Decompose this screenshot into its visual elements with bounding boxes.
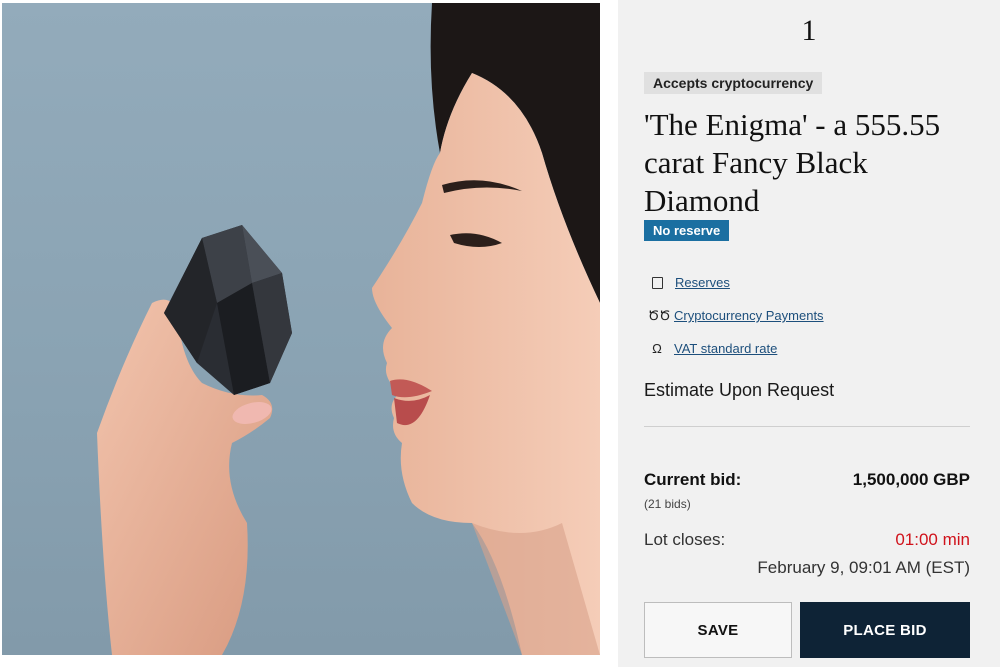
save-button[interactable]: SAVE (644, 602, 792, 658)
lot-closes-label: Lot closes: (644, 530, 726, 549)
vat-link[interactable]: VAT standard rate (674, 341, 777, 356)
lot-photo (2, 3, 600, 655)
crypto-icon: ԾԾ (648, 307, 671, 323)
reserves-link-row[interactable]: Reserves (648, 266, 824, 299)
lot-info-links: Reserves ԾԾ Cryptocurrency Payments Ω VA… (648, 266, 824, 365)
crypto-accepted-tag: Accepts cryptocurrency (644, 72, 823, 94)
reserves-link[interactable]: Reserves (675, 275, 730, 290)
lot-details-panel: 1 Accepts cryptocurrency 'The Enigma' - … (618, 0, 1000, 667)
place-bid-button[interactable]: PLACE BID (800, 602, 970, 658)
lot-number: 1 (801, 14, 817, 47)
estimate-text: Estimate Upon Request (644, 380, 835, 400)
divider (644, 426, 970, 427)
current-bid-value: 1,500,000 GBP (852, 470, 970, 489)
document-icon (652, 276, 663, 289)
omega-icon: Ω (652, 341, 662, 356)
crypto-payments-link-row[interactable]: ԾԾ Cryptocurrency Payments (648, 299, 824, 332)
vat-link-row[interactable]: Ω VAT standard rate (648, 332, 824, 365)
current-bid-label: Current bid: (644, 470, 742, 489)
lot-closes-date: February 9, 09:01 AM (EST) (757, 558, 970, 577)
lot-photo-illustration (97, 3, 600, 655)
no-reserve-badge: No reserve (644, 220, 730, 241)
lot-closes-timer: 01:00 min (895, 530, 970, 549)
crypto-payments-link[interactable]: Cryptocurrency Payments (674, 308, 824, 323)
bid-count: (21 bids) (644, 497, 691, 511)
lot-title: 'The Enigma' - a 555.55 carat Fancy Blac… (644, 107, 941, 218)
